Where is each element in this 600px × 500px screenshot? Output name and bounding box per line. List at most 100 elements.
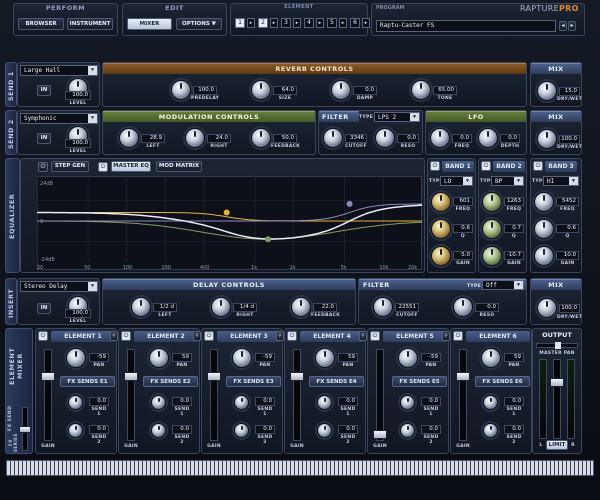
element-2-send2-knob[interactable] <box>151 423 166 438</box>
modulation-knob-1[interactable] <box>185 128 205 148</box>
element-2-power-icon[interactable]: ⏻ <box>121 331 131 341</box>
send2-filter-knob-1[interactable] <box>375 128 395 148</box>
element-5-link-icon[interactable]: ⚲ <box>359 331 367 341</box>
prev-program-icon[interactable]: ◂ <box>559 21 567 31</box>
element-1-solo-icon[interactable]: ▸ <box>247 18 255 28</box>
send1-in-button[interactable]: IN <box>37 85 51 96</box>
band-3-type-select[interactable]: HI ▼ <box>543 176 579 186</box>
master-eq-power-icon[interactable]: ⏻ <box>98 162 108 172</box>
element-6-power-icon[interactable]: ⏻ <box>453 331 463 341</box>
element-4-button[interactable]: 4 <box>304 18 314 28</box>
element-4-link-icon[interactable]: ⚲ <box>276 331 284 341</box>
band-1-freq-knob[interactable] <box>431 192 451 212</box>
element-3-gain-cap[interactable] <box>207 372 221 381</box>
modulation-knob-0[interactable] <box>119 128 139 148</box>
step-gen-tab[interactable]: STEP GEN <box>51 161 89 172</box>
element-6-pan-knob[interactable] <box>481 348 501 368</box>
element-5-button[interactable]: 5 <box>327 18 337 28</box>
element-2-gain-cap[interactable] <box>124 372 138 381</box>
limit-button[interactable]: LIMIT <box>546 440 568 450</box>
lfo-knob-1[interactable] <box>478 128 498 148</box>
band-2-q-knob[interactable] <box>482 219 502 239</box>
element-2-gain-fader[interactable] <box>124 349 138 441</box>
element-5-gain-fader[interactable] <box>373 349 387 441</box>
element-3-power-icon[interactable]: ⏻ <box>204 331 214 341</box>
element-5-solo-icon[interactable]: ▸ <box>339 18 347 28</box>
element-1-send1-knob[interactable] <box>68 395 83 410</box>
send2-in-button[interactable]: IN <box>37 133 51 144</box>
program-name-field[interactable]: Raptu-Caster FS <box>376 20 556 32</box>
element-4-solo-icon[interactable]: ▸ <box>316 18 324 28</box>
band-2-power-icon[interactable]: ⏻ <box>481 161 491 171</box>
keyboard-strip[interactable] <box>6 460 594 476</box>
reverb-knob-2[interactable] <box>331 80 351 100</box>
insert-preset-select[interactable]: Stereo Delay ▼ <box>20 281 98 292</box>
element-3-link-icon[interactable]: ⚲ <box>193 331 201 341</box>
element-1-gain-cap[interactable] <box>41 372 55 381</box>
send2-preset-select[interactable]: Symphonic ▼ <box>20 113 98 124</box>
element-5-pan-knob[interactable] <box>398 348 418 368</box>
output-fader[interactable] <box>550 359 564 439</box>
mixer-button[interactable]: MIXER <box>127 18 172 30</box>
insert-filter-type-select[interactable]: Off ▼ <box>482 280 524 290</box>
element-1-pan-knob[interactable] <box>66 348 86 368</box>
reverb-knob-1[interactable] <box>251 80 271 100</box>
band-2-handle[interactable] <box>265 236 272 243</box>
delay-knob-2[interactable] <box>291 297 311 317</box>
band-3-freq-knob[interactable] <box>534 192 554 212</box>
element-3-send2-knob[interactable] <box>234 423 249 438</box>
element-4-send2-knob[interactable] <box>317 423 332 438</box>
master-pan-handle[interactable] <box>555 342 561 349</box>
element-6-gain-fader[interactable] <box>456 349 470 441</box>
instrument-button[interactable]: INSTRUMENT <box>67 18 113 30</box>
band-1-q-knob[interactable] <box>431 219 451 239</box>
element-1-send2-knob[interactable] <box>68 423 83 438</box>
element-2-send1-knob[interactable] <box>151 395 166 410</box>
element-3-send1-knob[interactable] <box>234 395 249 410</box>
element-4-gain-cap[interactable] <box>290 372 304 381</box>
element-1-gain-fader[interactable] <box>41 349 55 441</box>
element-6-solo-icon[interactable]: ▸ <box>362 18 370 28</box>
band-2-gain-knob[interactable] <box>482 246 502 266</box>
output-fader-cap[interactable] <box>550 378 564 387</box>
options-dropdown[interactable]: OPTIONS ▼ <box>176 18 222 30</box>
send2-filter-type-select[interactable]: LPS 2 ▼ <box>374 112 420 122</box>
send2-mix-knob[interactable] <box>537 129 557 149</box>
band-1-handle[interactable] <box>223 209 230 216</box>
element-3-button[interactable]: 3 <box>281 18 291 28</box>
insert-mix-knob[interactable] <box>537 298 557 318</box>
band-3-power-icon[interactable]: ⏻ <box>533 161 543 171</box>
element-3-gain-fader[interactable] <box>207 349 221 441</box>
element-5-power-icon[interactable]: ⏻ <box>370 331 380 341</box>
band-3-gain-knob[interactable] <box>534 246 554 266</box>
element-5-send1-knob[interactable] <box>400 395 415 410</box>
element-4-gain-fader[interactable] <box>290 349 304 441</box>
element-4-power-icon[interactable]: ⏻ <box>287 331 297 341</box>
send1-mix-knob[interactable] <box>537 81 557 101</box>
fx-send-series-fader[interactable] <box>19 407 31 451</box>
next-program-icon[interactable]: ▸ <box>568 21 576 31</box>
element-1-button[interactable]: 1 <box>235 18 245 28</box>
delay-knob-0[interactable] <box>131 297 151 317</box>
element-2-solo-icon[interactable]: ▸ <box>270 18 278 28</box>
band-1-gain-knob[interactable] <box>431 246 451 266</box>
lfo-knob-0[interactable] <box>430 128 450 148</box>
element-5-gain-cap[interactable] <box>373 430 387 439</box>
delay-knob-1[interactable] <box>211 297 231 317</box>
band-2-type-select[interactable]: BP ▼ <box>491 176 524 186</box>
fx-send-series-fader-cap[interactable] <box>19 426 31 433</box>
element-2-pan-knob[interactable] <box>149 348 169 368</box>
send1-preset-select[interactable]: Large Hall ▼ <box>20 65 98 76</box>
element-6-send1-knob[interactable] <box>483 395 498 410</box>
reverb-knob-3[interactable] <box>411 80 431 100</box>
band-3-handle[interactable] <box>346 200 353 207</box>
element-6-button[interactable]: 6 <box>350 18 360 28</box>
band-3-q-knob[interactable] <box>534 219 554 239</box>
element-6-link-icon[interactable]: ⚲ <box>442 331 450 341</box>
element-4-pan-knob[interactable] <box>315 348 335 368</box>
element-5-send2-knob[interactable] <box>400 423 415 438</box>
element-2-link-icon[interactable]: ⚲ <box>110 331 118 341</box>
browser-button[interactable]: BROWSER <box>18 18 64 30</box>
reverb-knob-0[interactable] <box>171 80 191 100</box>
band-1-power-icon[interactable]: ⏻ <box>430 161 440 171</box>
